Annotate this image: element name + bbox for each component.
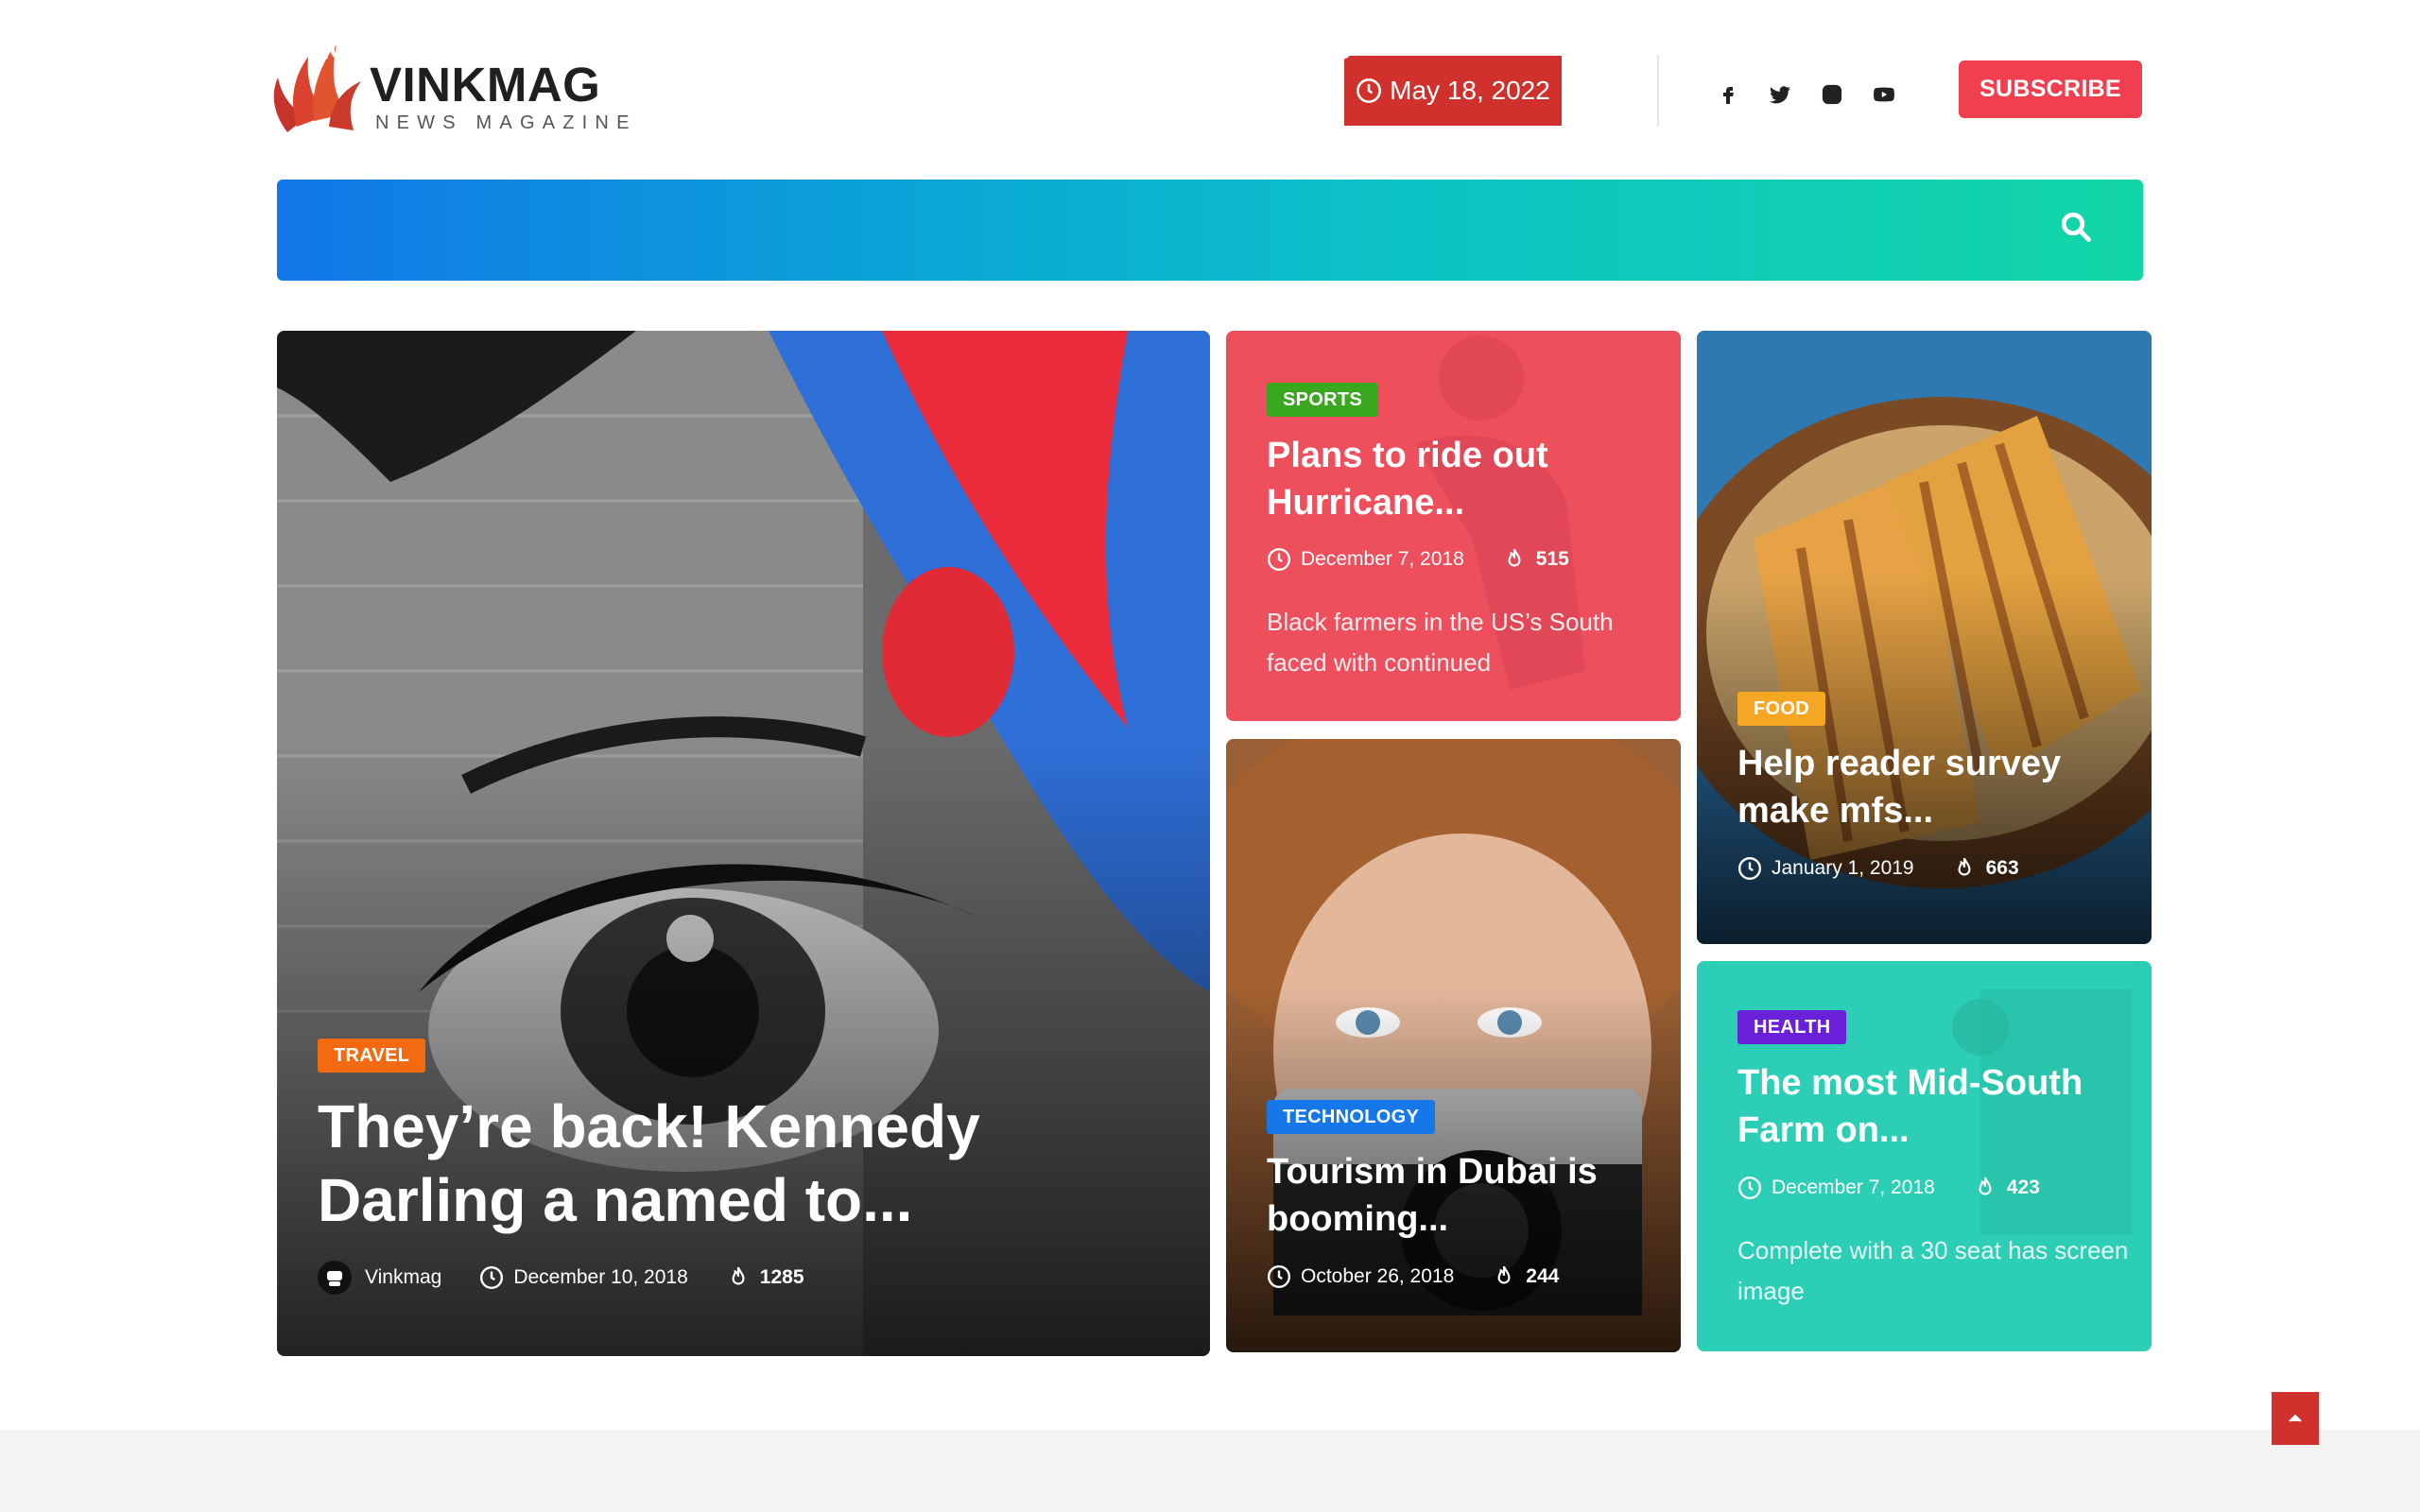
flame-icon	[732, 1266, 745, 1285]
post-meta: December 7, 2018 515	[1267, 547, 1607, 572]
post-excerpt: Complete with a 30 seat has screen image	[1737, 1236, 2129, 1305]
facebook-icon[interactable]	[1717, 83, 1739, 106]
subscribe-button[interactable]: SUBSCRIBE	[1959, 60, 2142, 118]
post-card-sports[interactable]: SPORTS Plans to ride out Hurricane... De…	[1226, 331, 1681, 721]
author-avatar	[318, 1261, 352, 1295]
nav-item-lifestyle[interactable]: LIFESTYLE	[700, 0, 873, 101]
instagram-icon[interactable]	[1821, 83, 1843, 106]
category-badge[interactable]: HEALTH	[1737, 1010, 1847, 1044]
logo-tagline: NEWS MAGAZINE	[375, 112, 637, 133]
post-title[interactable]: Plans to ride out Hurricane...	[1267, 432, 1654, 526]
current-date-text: May 18, 2022	[1390, 76, 1550, 105]
flame-icon	[1958, 857, 1971, 876]
post-date: October 26, 2018	[1267, 1264, 1454, 1289]
post-title[interactable]: The most Mid-South Farm on...	[1737, 1059, 2135, 1154]
post-title[interactable]: Help reader survey make mfs...	[1737, 740, 2135, 834]
post-date-text: December 7, 2018	[1301, 548, 1464, 570]
flame-icon	[1508, 548, 1521, 567]
post-excerpt: Black farmers in the US’s South faced wi…	[1267, 608, 1614, 677]
view-count: 423	[2006, 1177, 2040, 1198]
view-count: 244	[1526, 1265, 1560, 1287]
post-meta: December 7, 2018 423	[1737, 1176, 2078, 1200]
post-date-text: December 7, 2018	[1772, 1177, 1935, 1198]
clock-icon	[1737, 1176, 1762, 1200]
nav-item-label: LIFESTYLE	[700, 36, 839, 64]
chevron-down-icon	[859, 46, 872, 55]
post-views: 663	[1952, 856, 2019, 881]
post-date: January 1, 2019	[1737, 856, 1914, 881]
category-badge[interactable]: TRAVEL	[318, 1039, 426, 1073]
post-card-technology[interactable]: TECHNOLOGY Tourism in Dubai is booming..…	[1226, 739, 1681, 1352]
category-badge[interactable]: SPORTS	[1267, 383, 1379, 417]
post-card-health[interactable]: HEALTH The most Mid-South Farm on... Dec…	[1697, 961, 2152, 1351]
post-card-food[interactable]: FOOD Help reader survey make mfs... Janu…	[1697, 331, 2152, 944]
view-count: 663	[1985, 857, 2019, 879]
clock-icon	[1267, 1264, 1291, 1289]
chevron-up-icon	[2289, 1414, 2302, 1422]
social-links	[1717, 83, 1895, 106]
main-navigation	[277, 180, 2143, 281]
youtube-icon[interactable]	[1873, 83, 1895, 106]
view-count: 515	[1535, 548, 1569, 570]
post-meta: January 1, 2019 663	[1737, 856, 2057, 881]
featured-post-travel[interactable]: TRAVEL They’re back! Kennedy Darling a n…	[277, 331, 1210, 1356]
header-divider	[1657, 55, 1659, 127]
back-to-top-button[interactable]	[2272, 1392, 2319, 1445]
footer-band	[0, 1430, 2420, 1512]
category-badge[interactable]: FOOD	[1737, 692, 1825, 726]
post-meta: Vinkmag December 10, 2018 1285	[318, 1261, 842, 1295]
nav-item-home[interactable]: HOME	[311, 0, 389, 101]
post-views: 1285	[726, 1265, 804, 1290]
nav-item-label: HOME	[311, 36, 389, 64]
post-date: December 10, 2018	[479, 1265, 688, 1290]
twitter-icon[interactable]	[1769, 83, 1791, 106]
nav-item-label: VIDEO	[1068, 36, 1150, 64]
post-meta: October 26, 2018 244	[1267, 1264, 1597, 1289]
post-date: December 7, 2018	[1267, 547, 1464, 572]
post-date-text: December 10, 2018	[513, 1266, 688, 1288]
author-name: Vinkmag	[365, 1266, 442, 1288]
post-author[interactable]: Vinkmag	[318, 1261, 441, 1295]
flame-icon	[1979, 1177, 1992, 1195]
post-views: 244	[1492, 1264, 1559, 1289]
category-badge[interactable]: TECHNOLOGY	[1267, 1100, 1436, 1134]
clock-icon	[1267, 547, 1291, 572]
search-icon[interactable]	[2059, 210, 2093, 244]
flame-icon	[1497, 1265, 1511, 1284]
nav-item-label: TECHNOLOGY	[454, 36, 636, 64]
nav-item-features[interactable]: FEATURES	[1214, 0, 1385, 101]
post-views: 515	[1502, 547, 1569, 572]
clock-icon	[1737, 856, 1762, 881]
post-date-text: October 26, 2018	[1301, 1265, 1455, 1287]
nav-item-technology[interactable]: TECHNOLOGY	[454, 0, 636, 101]
post-title[interactable]: Tourism in Dubai is booming...	[1267, 1148, 1664, 1243]
nav-item-video[interactable]: VIDEO	[1068, 0, 1149, 101]
clock-icon	[480, 1265, 504, 1290]
view-count: 1285	[759, 1266, 804, 1288]
nav-item-travel[interactable]: TRAVEL	[903, 0, 1004, 101]
chevron-down-icon	[1372, 46, 1384, 55]
post-title[interactable]: They’re back! Kennedy Darling a named to…	[318, 1090, 1187, 1237]
nav-item-label: FEATURES	[1214, 36, 1352, 64]
nav-item-label: TRAVEL	[903, 36, 1005, 64]
post-views: 423	[1973, 1176, 2040, 1200]
post-date-text: January 1, 2019	[1772, 857, 1914, 879]
post-date: December 7, 2018	[1737, 1176, 1935, 1200]
